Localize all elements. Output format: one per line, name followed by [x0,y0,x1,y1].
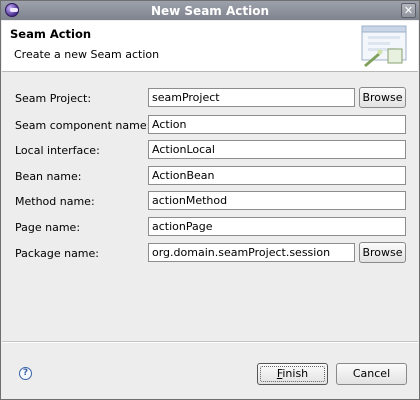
cancel-button[interactable]: Cancel [336,363,407,385]
component-name-field[interactable]: Action [148,115,406,134]
page-name-label: Page name: [15,221,81,234]
finish-button[interactable]: Finish [257,363,328,385]
package-name-label: Package name: [15,247,99,260]
page-name-field[interactable]: actionPage [148,217,406,236]
local-interface-label: Local interface: [15,144,100,157]
local-interface-field[interactable]: ActionLocal [148,140,406,159]
component-name-label: Seam component name: [15,119,151,132]
wizard-banner-icon [361,25,407,67]
package-name-field[interactable]: org.domain.seamProject.session [148,243,355,262]
footer-separator [2,341,418,343]
bean-name-label: Bean name: [15,170,82,183]
focus-ring [260,366,325,382]
wizard-header: Seam Action Create a new Seam action [2,21,418,72]
method-name-label: Method name: [15,195,95,208]
method-name-field[interactable]: actionMethod [148,191,406,210]
header-description: Create a new Seam action [14,48,160,61]
seam-project-browse-button[interactable]: Browse [359,87,406,108]
window-title: New Seam Action [150,4,270,18]
seam-project-field[interactable]: seamProject [148,88,355,107]
title-bar[interactable]: New Seam Action ✕ [1,1,419,20]
package-name-browse-button[interactable]: Browse [359,242,406,263]
bean-name-field[interactable]: ActionBean [148,166,406,185]
dialog-window: New Seam Action ✕ Seam Action Create a n… [0,0,420,400]
header-title: Seam Action [10,27,92,41]
help-icon[interactable]: ? [19,367,32,380]
close-icon[interactable]: ✕ [401,3,416,18]
seam-project-label: Seam Project: [15,92,92,105]
